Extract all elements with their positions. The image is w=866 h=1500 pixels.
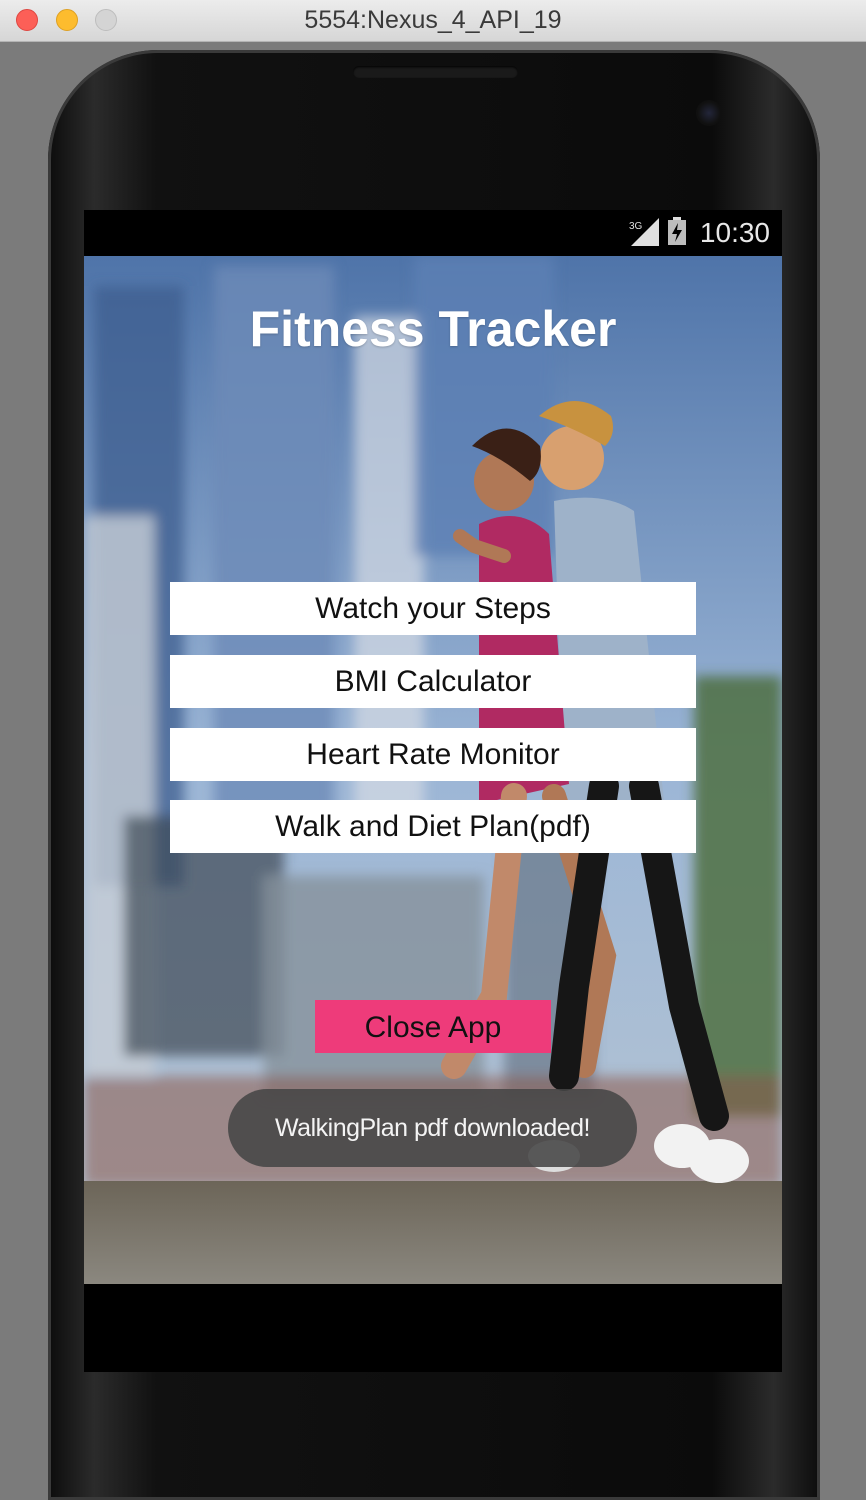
phone-speaker	[353, 66, 518, 78]
status-bar: 3G 10:30	[84, 210, 782, 256]
window-titlebar: 5554:Nexus_4_API_19	[0, 0, 866, 42]
front-camera	[696, 100, 722, 126]
window-title: 5554:Nexus_4_API_19	[304, 6, 562, 34]
app-title: Fitness Tracker	[249, 301, 617, 357]
battery-icon	[668, 217, 686, 245]
watch-steps-button[interactable]: Watch your Steps	[170, 582, 696, 635]
toast-message: WalkingPlan pdf downloaded!	[228, 1089, 637, 1167]
network-type-label: 3G	[629, 221, 643, 232]
status-time: 10:30	[699, 217, 770, 248]
signal-3g-icon: 3G	[629, 218, 659, 246]
bmi-calculator-button[interactable]: BMI Calculator	[170, 655, 696, 708]
close-app-button[interactable]: Close App	[315, 1000, 551, 1053]
heart-rate-monitor-button[interactable]: Heart Rate Monitor	[170, 728, 696, 781]
navigation-area	[84, 1284, 782, 1372]
walk-diet-plan-button[interactable]: Walk and Diet Plan(pdf)	[170, 800, 696, 853]
device-screen: 3G 10:30 Fitness Tracker Watch your Step…	[84, 210, 782, 1372]
app-content: Fitness Tracker Watch your Steps BMI Cal…	[84, 256, 782, 1284]
